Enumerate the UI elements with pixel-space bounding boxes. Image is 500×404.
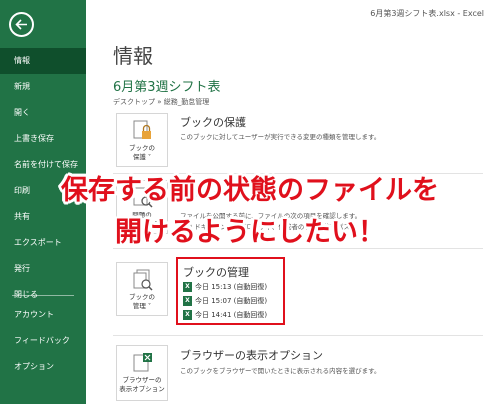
nav-info[interactable]: 情報 (0, 48, 86, 74)
overlay-caption-line-2: 開けるようにしたい！ (115, 217, 385, 248)
nav-account[interactable]: アカウント (0, 302, 86, 328)
back-arrow-icon (15, 19, 27, 30)
nav-save[interactable]: 上書き保存 (0, 126, 86, 152)
manage-workbook-title: ブックの管理 (183, 266, 249, 279)
page-title: 情報 (113, 44, 153, 68)
browser-view-options-button[interactable]: ブラウザーの 表示オプション (116, 345, 168, 401)
manage-workbook-highlight: ブックの管理 X 今日 15:13 (自動回復) X 今日 15:07 (自動回復)… (176, 257, 285, 325)
back-button[interactable] (9, 12, 34, 37)
overlay-caption-line-1: 保存する前の状態のファイルを (61, 175, 439, 206)
nav-open[interactable]: 開く (0, 100, 86, 126)
nav-feedback[interactable]: フィードバック (0, 328, 86, 354)
browser-button-label-2: 表示オプション (119, 385, 165, 393)
excel-file-icon: X (183, 282, 192, 292)
excel-file-icon: X (183, 296, 192, 306)
nav-options[interactable]: オプション (0, 354, 86, 380)
protect-workbook-desc: このブックに対してユーザーが実行できる変更の種類を管理します。 (180, 133, 381, 141)
version-label: 今日 14:41 (自動回復) (195, 311, 268, 319)
protect-button-label-2: 保護 ˅ (132, 153, 152, 161)
divider (113, 335, 483, 336)
excel-file-icon: X (183, 310, 192, 320)
manage-button-label-1: ブックの (129, 293, 155, 301)
version-item[interactable]: X 今日 15:13 (自動回復) (183, 282, 267, 294)
nav-publish[interactable]: 発行 (0, 256, 86, 282)
versions-document-icon (133, 269, 153, 291)
protect-button-label-1: ブックの (129, 144, 155, 152)
nav-divider (12, 295, 74, 296)
browser-view-options-desc: このブックをブラウザーで開いたときに表示される内容を選びます。 (180, 367, 381, 375)
browser-view-options-title: ブラウザーの表示オプション (180, 349, 323, 362)
window-title: 6月第3週シフト表.xlsx - Excel (370, 9, 484, 18)
document-name: 6月第3週シフト表 (113, 80, 221, 95)
breadcrumb: デスクトップ » 総務_勤怠管理 (113, 98, 210, 106)
manage-button-label-2: 管理 ˅ (132, 302, 152, 310)
version-item[interactable]: X 今日 14:41 (自動回復) (183, 310, 267, 322)
version-item[interactable]: X 今日 15:07 (自動回復) (183, 296, 267, 308)
version-label: 今日 15:13 (自動回復) (195, 283, 268, 291)
browser-button-label-1: ブラウザーの (122, 376, 162, 384)
version-label: 今日 15:07 (自動回復) (195, 297, 268, 305)
protect-workbook-button[interactable]: ブックの 保護 ˅ (116, 113, 168, 167)
browser-options-icon (133, 353, 152, 372)
manage-workbook-button[interactable]: ブックの 管理 ˅ (116, 262, 168, 316)
nav-new[interactable]: 新規 (0, 74, 86, 100)
lock-document-icon (133, 120, 151, 139)
protect-workbook-title: ブックの保護 (180, 116, 246, 129)
